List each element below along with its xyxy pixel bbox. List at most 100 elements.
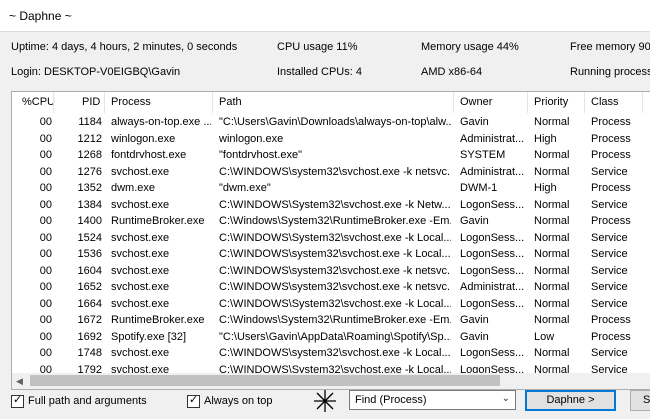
find-combobox-value: Find (Process) — [355, 394, 427, 406]
installed-cpus-text: Installed CPUs: 4 — [277, 66, 362, 78]
chevron-down-icon[interactable]: ⌄ — [502, 393, 510, 404]
cell-cpu: 00 — [39, 132, 52, 145]
cell-class: Service — [591, 281, 628, 293]
cell-owner: LogonSess... — [460, 297, 525, 310]
table-row[interactable]: 00 1672 RuntimeBroker.exe C:\Windows\System… — [12, 312, 650, 329]
cell-pid: 1184 — [78, 116, 102, 128]
table-row[interactable]: 00 1748 svchost.exe C:\WINDOWS\system32\svc… — [12, 345, 650, 362]
cell-process: svchost.exe — [111, 297, 170, 310]
cell-priority: Normal — [534, 149, 570, 161]
cell-priority: High — [534, 182, 557, 194]
cell-class: Process — [591, 116, 631, 128]
column-header-cpu[interactable]: %CPU — [22, 96, 55, 108]
table-row[interactable]: 00 1384 svchost.exe C:\WINDOWS\System32\svc… — [12, 197, 650, 214]
process-table[interactable]: %CPU PID Process Path Owner Priority Cla… — [11, 91, 650, 375]
cell-cpu: 00 — [39, 347, 52, 359]
cell-pid: 1276 — [77, 165, 102, 178]
table-row[interactable]: 00 1524 svchost.exe C:\WINDOWS\System32\svc… — [12, 230, 650, 247]
cell-path: "fontdrvhost.exe" — [219, 149, 303, 161]
cell-path: C:\WINDOWS\System32\svchost.exe -k Local… — [219, 297, 451, 310]
table-row[interactable]: 00 1664 svchost.exe C:\WINDOWS\System32\svc… — [12, 296, 650, 313]
cell-process: fontdrvhost.exe — [111, 149, 187, 161]
cell-pid: 1384 — [77, 198, 102, 211]
crosshair-target-icon[interactable] — [313, 389, 337, 413]
cell-priority: Normal — [534, 297, 570, 310]
cell-cpu: 00 — [39, 297, 52, 310]
cell-owner: Gavin — [460, 116, 489, 128]
login-text: Login: DESKTOP-V0EIGBQ\Gavin — [11, 66, 181, 78]
column-header-owner[interactable]: Owner — [460, 96, 492, 108]
cell-path: C:\WINDOWS\system32\svchost.exe -k Local… — [219, 347, 451, 359]
cell-priority: Normal — [534, 347, 570, 359]
column-header-class[interactable]: Class — [591, 96, 619, 108]
column-header-priority[interactable]: Priority — [534, 96, 568, 108]
cell-process: Spotify.exe [32] — [111, 330, 187, 343]
table-row[interactable]: 00 1652 svchost.exe C:\WINDOWS\system32\svc… — [12, 279, 650, 296]
table-header: %CPU PID Process Path Owner Priority Cla… — [12, 92, 650, 113]
find-combobox[interactable]: Find (Process) ⌄ — [349, 390, 516, 410]
scrollbar-thumb[interactable] — [30, 375, 500, 386]
column-header-path[interactable]: Path — [219, 96, 242, 108]
checkmark-icon: ✓ — [13, 394, 23, 406]
cell-priority: Normal — [534, 116, 570, 128]
table-row[interactable]: 00 1400 RuntimeBroker.exe C:\Windows\System… — [12, 213, 650, 230]
cell-process: winlogon.exe — [111, 132, 176, 145]
cell-owner: LogonSess... — [460, 231, 525, 244]
cell-pid: 1652 — [77, 281, 102, 293]
cell-class: Process — [591, 132, 631, 145]
cell-pid: 1672 — [77, 314, 102, 326]
extra-button[interactable]: S — [630, 390, 650, 411]
cell-owner: Administrat... — [460, 132, 525, 145]
table-row[interactable]: 00 1692 Spotify.exe [32] "C:\Users\Gavin\Ap… — [12, 329, 650, 346]
cell-owner: LogonSess... — [460, 347, 525, 359]
cell-cpu: 00 — [39, 314, 52, 326]
table-row[interactable]: 00 1212 winlogon.exe winlogon.exe Administra… — [12, 131, 650, 148]
cell-path: C:\WINDOWS\system32\svchost.exe -k netsv… — [219, 165, 451, 178]
cell-path: "C:\Users\Gavin\AppData\Roaming\Spotify\… — [219, 330, 451, 343]
cell-class: Process — [591, 182, 631, 194]
cell-pid: 1352 — [77, 182, 102, 194]
cell-pid: 1748 — [77, 347, 102, 359]
cell-class: Process — [591, 215, 631, 227]
cell-priority: Low — [534, 330, 555, 343]
table-row[interactable]: 00 1604 svchost.exe C:\WINDOWS\system32\svc… — [12, 263, 650, 280]
cell-priority: Normal — [534, 264, 570, 277]
cell-owner: Gavin — [460, 314, 489, 326]
column-header-process[interactable]: Process — [111, 96, 151, 108]
horizontal-scrollbar[interactable]: ◀ — [11, 373, 650, 390]
cell-process: dwm.exe — [111, 182, 156, 194]
cell-process: RuntimeBroker.exe — [111, 314, 205, 326]
table-row[interactable]: 00 1352 dwm.exe "dwm.exe" DWM-1 High Process — [12, 180, 650, 197]
memory-usage-text: Memory usage 44% — [421, 41, 519, 53]
cell-path: C:\Windows\System32\RuntimeBroker.exe -E… — [219, 314, 451, 326]
cell-process: svchost.exe — [111, 165, 170, 178]
cell-process: svchost.exe — [111, 281, 170, 293]
cell-pid: 1268 — [77, 149, 102, 161]
title-bar: ~ Daphne ~ — [0, 0, 650, 32]
cell-priority: Normal — [534, 165, 570, 178]
cell-class: Process — [591, 330, 631, 343]
cell-priority: Normal — [534, 231, 570, 244]
always-on-top-checkbox[interactable]: ✓ — [187, 394, 200, 408]
full-path-checkbox[interactable]: ✓ — [11, 394, 24, 408]
cell-path: "dwm.exe" — [219, 182, 271, 194]
cell-cpu: 00 — [39, 149, 52, 161]
table-row[interactable]: 00 1268 fontdrvhost.exe "fontdrvhost.exe" SY… — [12, 147, 650, 164]
cell-cpu: 00 — [39, 215, 52, 227]
cell-priority: Normal — [534, 281, 570, 293]
cell-owner: LogonSess... — [460, 248, 525, 260]
full-path-label[interactable]: Full path and arguments — [28, 395, 147, 407]
cell-owner: DWM-1 — [460, 182, 498, 194]
always-on-top-label[interactable]: Always on top — [204, 395, 272, 407]
cell-pid: 1212 — [77, 132, 102, 145]
table-row[interactable]: 00 1536 svchost.exe C:\WINDOWS\system32\svc… — [12, 246, 650, 263]
cell-path: C:\WINDOWS\system32\svchost.exe -k netsv… — [219, 264, 451, 277]
table-row[interactable]: 00 1184 always-on-top.exe ... "C:\Users\Gav… — [12, 114, 650, 131]
scroll-left-icon[interactable]: ◀ — [16, 376, 23, 387]
daphne-menu-button[interactable]: Daphne > — [525, 390, 616, 411]
table-row[interactable]: 00 1276 svchost.exe C:\WINDOWS\system32\svc… — [12, 164, 650, 181]
cell-owner: Administrat... — [460, 165, 525, 178]
column-header-pid[interactable]: PID — [82, 96, 100, 108]
cell-cpu: 00 — [39, 281, 52, 293]
cell-pid: 1664 — [77, 297, 102, 310]
